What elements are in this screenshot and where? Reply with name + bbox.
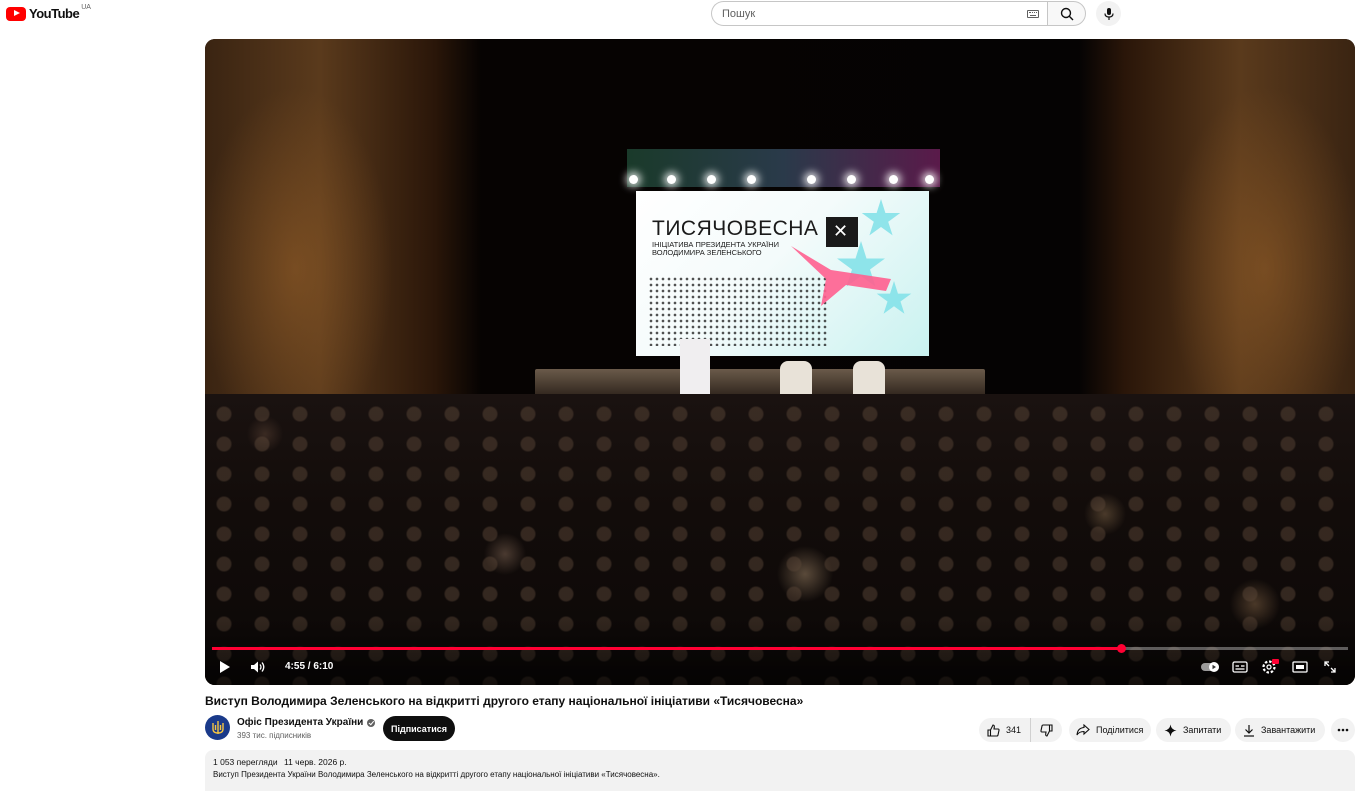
youtube-logo-icon xyxy=(6,6,26,21)
voice-search-button[interactable] xyxy=(1096,1,1121,26)
ask-button[interactable]: Запитати xyxy=(1156,718,1231,742)
search-button[interactable] xyxy=(1047,1,1086,26)
sparkle-icon xyxy=(1164,724,1177,736)
verified-icon xyxy=(367,718,376,727)
play-icon xyxy=(220,661,230,673)
scrubber-handle[interactable] xyxy=(1116,644,1126,653)
play-button[interactable] xyxy=(217,657,233,677)
mic-icon xyxy=(1103,7,1114,20)
channel-avatar[interactable] xyxy=(205,715,230,740)
ask-label: Запитати xyxy=(1183,725,1222,735)
subscribe-button[interactable]: Підписатися xyxy=(383,716,455,741)
like-dislike-group: 341 xyxy=(979,718,1062,742)
description-box[interactable]: 1 053 перегляди 11 черв. 2026 р. Виступ … xyxy=(205,750,1355,791)
like-count: 341 xyxy=(1006,725,1022,735)
fullscreen-button[interactable] xyxy=(1320,657,1340,677)
slide-subtitle: ІНІЦІАТИВА ПРЕЗИДЕНТА УКРАЇНИ ВОЛОДИМИРА… xyxy=(652,240,780,257)
share-label: Поділитися xyxy=(1096,725,1144,735)
keyboard-icon[interactable] xyxy=(1027,10,1039,18)
subscriber-count: 393 тис. підписників xyxy=(237,731,312,740)
youtube-logo[interactable]: YouTube UA xyxy=(6,4,91,21)
like-icon xyxy=(987,723,1000,737)
podium xyxy=(680,339,710,399)
slide-title: ТИСЯЧОВЕСНА xyxy=(652,217,819,240)
subtitles-icon xyxy=(1232,661,1248,673)
progress-bar[interactable] xyxy=(212,644,1348,653)
settings-icon xyxy=(1262,659,1279,674)
time-display: 4:55 / 6:10 xyxy=(285,661,334,672)
region-code: UA xyxy=(81,4,91,11)
autoplay-toggle[interactable] xyxy=(1199,657,1221,677)
download-button[interactable]: Завантажити xyxy=(1235,718,1325,742)
miniplayer-icon xyxy=(1292,661,1308,673)
subtitles-button[interactable] xyxy=(1230,657,1250,677)
settings-button[interactable] xyxy=(1260,657,1280,677)
search-input[interactable] xyxy=(722,7,1012,20)
view-count: 1 053 перегляди xyxy=(213,757,278,767)
slide-dots-pattern xyxy=(648,276,828,346)
autoplay-toggle-icon xyxy=(1201,662,1219,672)
description-text: Виступ Президента України Володимира Зел… xyxy=(213,770,660,779)
channel-name: Офіс Президента України xyxy=(237,717,364,728)
dislike-button[interactable] xyxy=(1031,718,1062,742)
miniplayer-button[interactable] xyxy=(1290,657,1310,677)
download-label: Завантажити xyxy=(1261,725,1316,735)
volume-icon xyxy=(251,661,265,673)
dislike-icon xyxy=(1040,723,1053,737)
share-button[interactable]: Поділитися xyxy=(1069,718,1151,742)
trident-emblem-icon xyxy=(211,720,224,734)
upload-date: 11 черв. 2026 р. xyxy=(283,757,347,767)
search-bar xyxy=(711,1,1121,26)
progress-played xyxy=(212,647,1121,650)
slide-logo xyxy=(826,217,858,247)
video-player[interactable]: ТИСЯЧОВЕСНА ІНІЦІАТИВА ПРЕЗИДЕНТА УКРАЇН… xyxy=(205,39,1355,685)
description-meta: 1 053 перегляди 11 черв. 2026 р. xyxy=(213,757,1347,767)
search-icon xyxy=(1060,7,1073,20)
more-icon xyxy=(1337,728,1349,732)
like-button[interactable]: 341 xyxy=(979,718,1031,742)
stage-lighting-rig xyxy=(627,149,940,187)
download-icon xyxy=(1244,724,1254,737)
share-icon xyxy=(1076,724,1090,736)
stage-screen: ТИСЯЧОВЕСНА ІНІЦІАТИВА ПРЕЗИДЕНТА УКРАЇН… xyxy=(636,191,929,356)
channel-name-link[interactable]: Офіс Президента України xyxy=(237,717,376,728)
logo-text: YouTube xyxy=(29,6,80,21)
fullscreen-icon xyxy=(1324,661,1336,673)
controls-gradient xyxy=(205,615,1355,685)
search-box xyxy=(711,1,1047,26)
video-title: Виступ Володимира Зеленського на відкрит… xyxy=(205,694,804,708)
more-actions-button[interactable] xyxy=(1331,718,1355,742)
mute-button[interactable] xyxy=(249,657,267,677)
